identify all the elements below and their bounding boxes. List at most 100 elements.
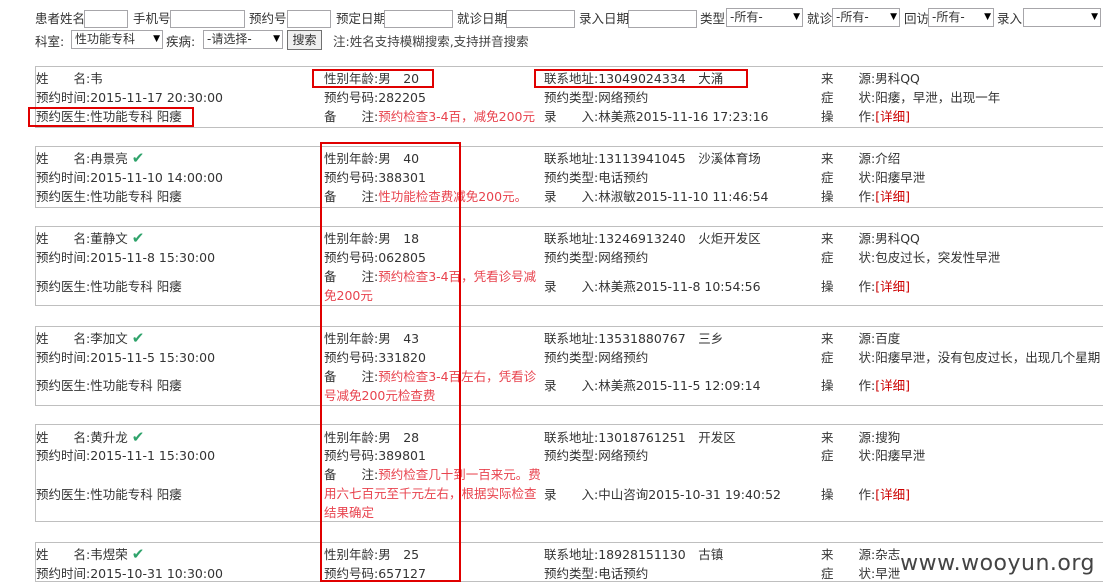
source-label: 来 源: <box>821 331 876 346</box>
detail-link[interactable]: [详细] <box>875 378 910 393</box>
dept-select[interactable]: 性功能专科 ▼ <box>71 30 163 49</box>
time-label: 预约时间: <box>36 90 91 105</box>
time-label: 预约时间: <box>36 250 91 265</box>
booking-type-value: 电话预约 <box>598 566 649 581</box>
visit-select[interactable]: -所有- ▼ <box>832 8 900 27</box>
source-field: 来 源:杂志 <box>821 545 900 564</box>
booking-type-label: 预约类型: <box>544 350 599 365</box>
record-row: 姓 名:董静文 ✔ 预约时间:2015-11-8 15:30:00 预约医生:性功… <box>35 226 1103 306</box>
booking-type-field: 预约类型:电话预约 <box>544 168 648 187</box>
booking-type-value: 网络预约 <box>598 448 649 463</box>
type-label: 类型 <box>700 11 726 26</box>
booking-type-field: 预约类型:网络预约 <box>544 446 648 465</box>
phone-input[interactable] <box>170 10 245 28</box>
name-value: 李加文 <box>90 331 128 346</box>
chevron-down-icon: ▼ <box>890 12 897 22</box>
contact-value: 13018761251 开发区 <box>598 430 736 445</box>
time-label: 预约时间: <box>36 448 91 463</box>
entry-value: 林淑敏2015-11-10 11:46:54 <box>598 189 769 204</box>
contact-value: 13531880767 三乡 <box>598 331 724 346</box>
action-field: 操 作:[详细] <box>821 485 910 504</box>
contact-label: 联系地址: <box>544 547 599 562</box>
doctor-value: 性功能专科 阳痿 <box>90 279 182 294</box>
name-field: 姓 名:冉景亮 ✔ <box>36 149 144 168</box>
entry-select[interactable]: ▼ <box>1023 8 1101 27</box>
contact-field: 联系地址:13018761251 开发区 <box>544 428 736 447</box>
source-field: 来 源:百度 <box>821 329 900 348</box>
patient-name-label: 患者姓名 <box>35 11 86 26</box>
contact-field: 联系地址:18928151130 古镇 <box>544 545 723 564</box>
entry-field: 录 入:中山咨询2015-10-31 19:40:52 <box>544 485 781 504</box>
doctor-value: 性功能专科 阳痿 <box>90 487 182 502</box>
search-button[interactable]: 搜索 <box>287 30 322 50</box>
type-select[interactable]: -所有- ▼ <box>726 8 803 27</box>
source-value: 搜狗 <box>875 430 901 445</box>
contact-label: 联系地址: <box>544 331 599 346</box>
symptom-field: 症 状:阳痿早泄 <box>821 168 925 187</box>
time-value: 2015-11-8 15:30:00 <box>90 250 216 265</box>
name-field: 姓 名:韦 <box>36 69 103 88</box>
booking-type-value: 网络预约 <box>598 350 649 365</box>
source-field: 来 源:男科QQ <box>821 229 920 248</box>
action-label: 操 作: <box>821 378 876 393</box>
disease-select[interactable]: -请选择- ▼ <box>203 30 283 49</box>
source-field: 来 源:介绍 <box>821 149 900 168</box>
symptom-value: 阳痿，早泄，出现一年 <box>875 90 1001 105</box>
entry-date-input[interactable] <box>628 10 697 28</box>
time-field: 预约时间:2015-11-5 15:30:00 <box>36 348 215 367</box>
visit-date-label: 就诊日期 <box>457 11 508 26</box>
name-field: 姓 名:李加文 ✔ <box>36 329 144 348</box>
entry-field-label: 录 入: <box>544 378 599 393</box>
contact-field: 联系地址:13246913240 火炬开发区 <box>544 229 761 248</box>
name-label: 姓 名: <box>36 151 91 166</box>
entry-field-label: 录 入: <box>544 487 599 502</box>
booking-type-value: 网络预约 <box>598 90 649 105</box>
patient-name-input[interactable] <box>84 10 128 28</box>
search-note: 注:姓名支持模糊搜索,支持拼音搜索 <box>333 34 529 49</box>
booking-no-input[interactable] <box>287 10 331 28</box>
booking-type-value: 网络预约 <box>598 250 649 265</box>
entry-field-label: 录 入: <box>544 109 599 124</box>
detail-link[interactable]: [详细] <box>875 189 910 204</box>
action-field: 操 作:[详细] <box>821 277 910 296</box>
booking-type-label: 预约类型: <box>544 170 599 185</box>
type-select-value: -所有- <box>730 10 763 24</box>
scheduled-date-input[interactable] <box>384 10 453 28</box>
checkmark-icon: ✔ <box>131 149 145 167</box>
highlight-contact <box>534 69 748 88</box>
booking-no-field-label: 预约号码: <box>324 90 379 105</box>
contact-field: 联系地址:13113941045 沙溪体育场 <box>544 149 761 168</box>
revisit-select[interactable]: -所有- ▼ <box>928 8 994 27</box>
time-value: 2015-11-10 14:00:00 <box>90 170 223 185</box>
remark-label: 备 注: <box>324 109 379 124</box>
booking-type-field: 预约类型:网络预约 <box>544 88 648 107</box>
detail-link[interactable]: [详细] <box>875 487 910 502</box>
name-label: 姓 名: <box>36 71 91 86</box>
doctor-field: 预约医生:性功能专科 阳痿 <box>36 376 182 395</box>
revisit-select-value: -所有- <box>932 10 965 24</box>
action-field: 操 作:[详细] <box>821 187 910 206</box>
symptom-field: 症 状:阳痿早泄，没有包皮过长，出现几个星期 <box>821 348 1100 367</box>
time-field: 预约时间:2015-11-10 14:00:00 <box>36 168 223 187</box>
name-field: 姓 名:黄升龙 ✔ <box>36 428 144 447</box>
action-field: 操 作:[详细] <box>821 376 910 395</box>
contact-label: 联系地址: <box>544 151 599 166</box>
dept-select-value: 性功能专科 <box>75 32 136 46</box>
contact-value: 13246913240 火炬开发区 <box>598 231 761 246</box>
doctor-value: 性功能专科 阳痿 <box>90 189 182 204</box>
booking-type-field: 预约类型:电话预约 <box>544 564 648 583</box>
symptom-label: 症 状: <box>821 448 876 463</box>
phone-label: 手机号 <box>133 11 171 26</box>
name-label: 姓 名: <box>36 547 91 562</box>
record-row: 姓 名:李加文 ✔ 预约时间:2015-11-5 15:30:00 预约医生:性功… <box>35 326 1103 406</box>
symptom-value: 阳痿早泄 <box>875 448 926 463</box>
source-label: 来 源: <box>821 547 876 562</box>
doctor-label: 预约医生: <box>36 487 91 502</box>
detail-link[interactable]: [详细] <box>875 109 910 124</box>
name-field: 姓 名:韦煜荣 ✔ <box>36 545 144 564</box>
visit-date-input[interactable] <box>506 10 575 28</box>
entry-field: 录 入:林美燕2015-11-16 17:23:16 <box>544 107 768 126</box>
booking-type-label: 预约类型: <box>544 566 599 581</box>
booking-no-label: 预约号 <box>249 11 287 26</box>
detail-link[interactable]: [详细] <box>875 279 910 294</box>
